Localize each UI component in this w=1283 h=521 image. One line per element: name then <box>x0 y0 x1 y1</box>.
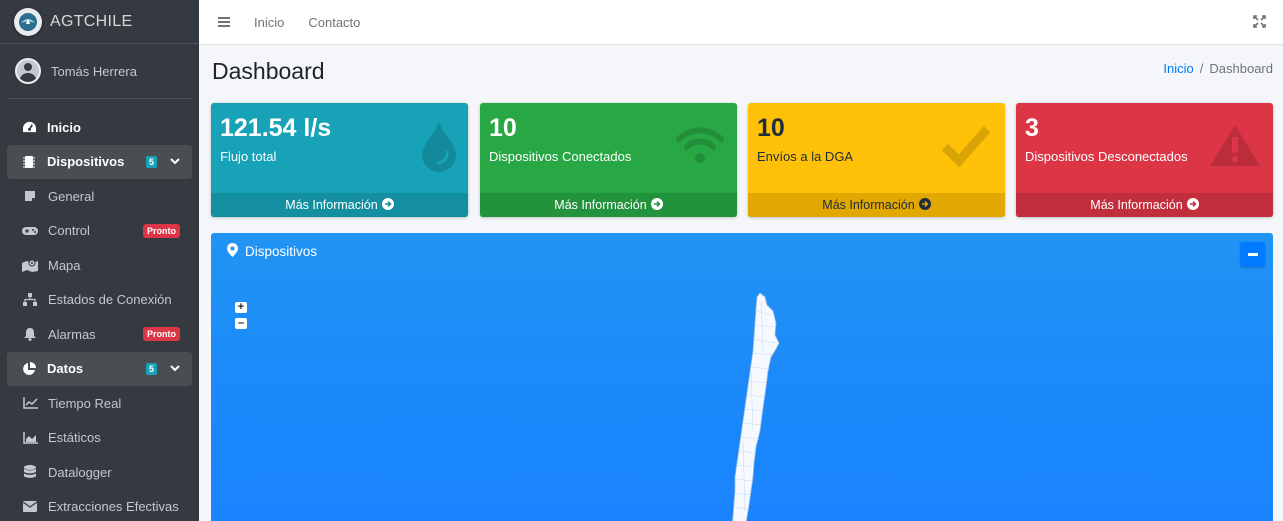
sidebar-item-inicio[interactable]: Inicio <box>7 110 192 145</box>
brand-name: AGTCHILE <box>50 12 133 30</box>
sidebar-item-label: General <box>48 188 95 204</box>
sidebar-item-label: Extracciones Efectivas <box>48 499 179 515</box>
tachometer-icon <box>20 121 38 134</box>
sidebar-item-label: Datos <box>47 361 84 377</box>
sidebar-item-label: Inicio <box>47 119 81 135</box>
chip-icon <box>20 155 38 169</box>
pie-chart-icon <box>20 361 38 376</box>
sidebar-item-label: Datalogger <box>48 464 112 480</box>
count-badge: 5 <box>145 362 157 375</box>
sidebar-item-label: Alarmas <box>48 326 96 342</box>
sidebar-item-datos[interactable]: Datos 5 <box>7 351 192 386</box>
collapse-button[interactable] <box>1240 242 1265 267</box>
brand-link[interactable]: AGTCHILE <box>0 0 199 44</box>
more-info-link[interactable]: Más Información <box>748 193 1005 217</box>
map-icon <box>21 259 39 272</box>
more-info-link[interactable]: Más Información <box>1016 193 1273 217</box>
chevron-down-icon[interactable] <box>170 364 180 374</box>
sidebar-item-datalogger[interactable]: Datalogger <box>7 455 192 490</box>
map-card-title: Dispositivos <box>245 243 318 259</box>
sidebar-item-tiempo-real[interactable]: Tiempo Real <box>7 386 192 421</box>
pronto-badge: Pronto <box>143 223 180 238</box>
more-info-link[interactable]: Más Información <box>211 193 468 217</box>
envelope-icon <box>21 501 39 513</box>
arrow-circle-right-icon <box>650 197 663 213</box>
sidebar-item-label: Estados de Conexión <box>48 292 172 308</box>
arrow-circle-right-icon <box>918 197 931 213</box>
sidebar-item-label: Estáticos <box>48 430 101 446</box>
stat-box-flujo: 121.54 l/s Flujo total Más Información <box>211 103 468 217</box>
stat-box-desconectados: 3 Dispositivos Desconectados Más Informa… <box>1016 103 1273 217</box>
stat-box-dga: 10 Envíos a la DGA Más Información <box>748 103 1005 217</box>
map-card-header: Dispositivos <box>211 233 1273 269</box>
stat-box-conectados: 10 Dispositivos Conectados Más Informaci… <box>480 103 737 217</box>
top-navbar: Inicio Contacto <box>199 0 1283 45</box>
nav-link-inicio[interactable]: Inicio <box>254 15 284 30</box>
sidebar-nav: Inicio Dispositivos 5 General Control Pr… <box>0 99 199 521</box>
sidebar-item-label: Tiempo Real <box>48 395 122 411</box>
warning-icon <box>1209 123 1261 170</box>
sidebar-item-estados-conexion[interactable]: Estados de Conexión <box>7 283 192 318</box>
more-info-link[interactable]: Más Información <box>480 193 737 217</box>
menu-toggle-icon[interactable] <box>218 17 230 27</box>
map-zoom-in-button[interactable]: + <box>235 302 247 313</box>
sidebar-item-dispositivos[interactable]: Dispositivos 5 <box>7 144 192 179</box>
water-drop-icon <box>420 119 458 176</box>
database-icon <box>21 465 39 479</box>
sticky-note-icon <box>21 190 39 202</box>
avatar <box>15 58 41 84</box>
minus-icon <box>1247 253 1258 256</box>
wifi-icon <box>675 125 725 168</box>
chile-map-shape[interactable] <box>721 291 791 521</box>
check-icon <box>941 123 991 170</box>
agt-logo-icon <box>14 7 42 36</box>
map-zoom-out-button[interactable]: – <box>235 318 247 329</box>
line-chart-icon <box>21 397 39 409</box>
map-marker-icon <box>227 242 238 260</box>
network-icon <box>21 293 39 307</box>
more-info-label: Más Información <box>285 198 378 212</box>
user-panel[interactable]: Tomás Herrera <box>7 44 192 99</box>
devices-map-card: Dispositivos + – <box>211 233 1273 521</box>
breadcrumb-separator: / <box>1199 61 1204 76</box>
user-name[interactable]: Tomás Herrera <box>51 64 137 79</box>
sidebar-item-extracciones[interactable]: Extracciones Efectivas <box>7 490 192 521</box>
sidebar-item-mapa[interactable]: Mapa <box>7 248 192 283</box>
fullscreen-icon[interactable] <box>1253 15 1266 31</box>
nav-link-contacto[interactable]: Contacto <box>308 15 360 30</box>
sidebar-item-control[interactable]: Control Pronto <box>7 214 192 249</box>
bell-icon <box>21 327 39 341</box>
breadcrumb-current: Dashboard <box>1209 61 1273 76</box>
pronto-badge: Pronto <box>143 327 180 342</box>
more-info-label: Más Información <box>1090 198 1183 212</box>
sidebar-item-estaticos[interactable]: Estáticos <box>7 421 192 456</box>
sidebar-item-label: Control <box>48 223 90 239</box>
sidebar-item-alarmas[interactable]: Alarmas Pronto <box>7 317 192 352</box>
count-badge: 5 <box>145 155 157 168</box>
breadcrumb-home-link[interactable]: Inicio <box>1163 61 1193 76</box>
more-info-label: Más Información <box>822 198 915 212</box>
area-chart-icon <box>21 431 39 444</box>
arrow-circle-right-icon <box>1186 197 1199 213</box>
sidebar-item-label: Dispositivos <box>47 154 125 170</box>
page-title: Dashboard <box>212 58 325 84</box>
gamepad-icon <box>21 226 39 236</box>
sidebar: AGTCHILE Tomás Herrera Inicio Dispositiv… <box>0 0 199 521</box>
breadcrumb: Inicio / Dashboard <box>1163 61 1273 76</box>
arrow-circle-right-icon <box>381 197 394 213</box>
sidebar-item-label: Mapa <box>48 257 81 273</box>
sidebar-item-general[interactable]: General <box>7 179 192 214</box>
chevron-down-icon[interactable] <box>170 157 180 167</box>
more-info-label: Más Información <box>554 198 647 212</box>
